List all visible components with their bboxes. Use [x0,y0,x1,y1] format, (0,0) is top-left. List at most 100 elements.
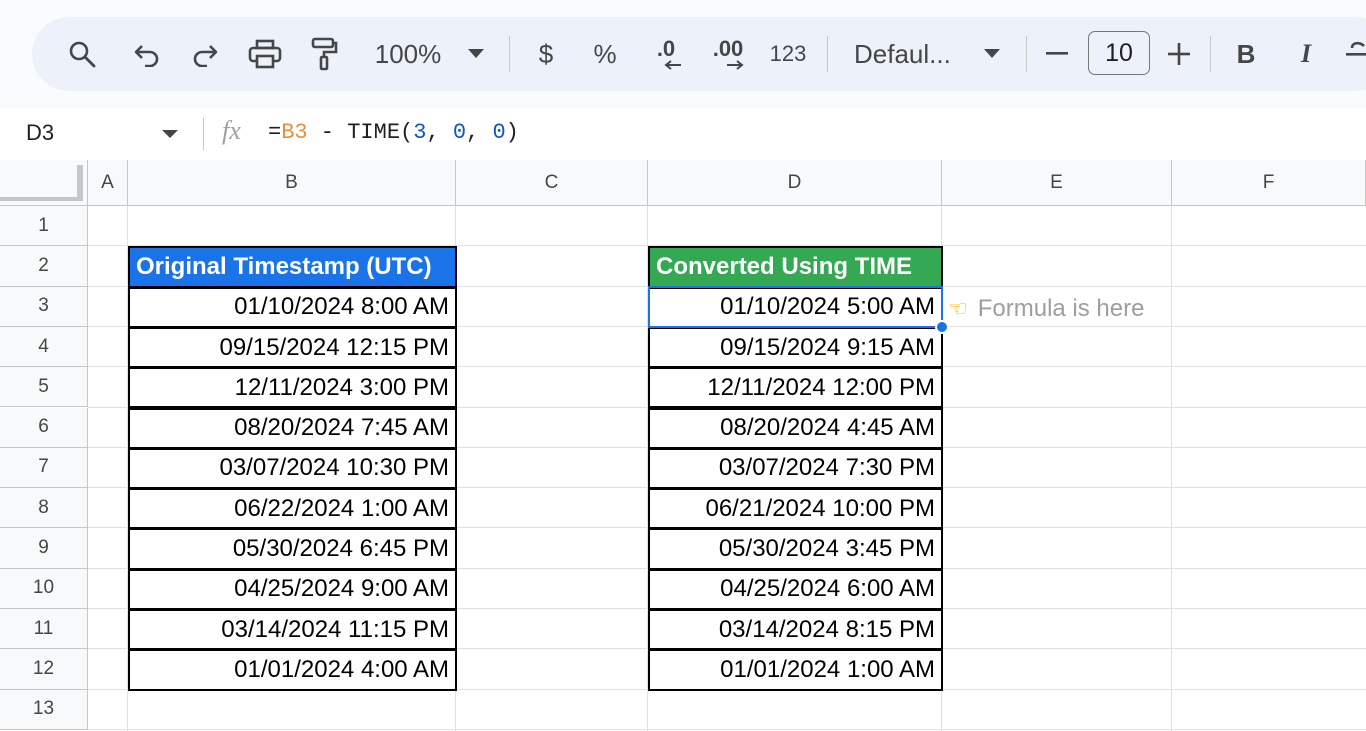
header-cell-original[interactable]: Original Timestamp (UTC) [128,246,457,288]
cell-original-timestamp[interactable]: 06/22/2024 1:00 AM [128,488,457,530]
cell-original-timestamp[interactable]: 08/20/2024 7:45 AM [128,407,457,449]
formula-bar-divider [203,118,204,150]
row-header-12[interactable]: 12 [0,649,88,690]
cell-converted-timestamp[interactable]: 09/15/2024 9:15 AM [648,326,943,369]
grid-column-line [1171,206,1172,731]
formula-end: ) [505,120,519,145]
cell-converted-timestamp[interactable]: 08/20/2024 4:45 AM [648,407,943,449]
cell-original-timestamp[interactable]: 09/15/2024 12:15 PM [128,326,457,369]
currency-button[interactable]: $ [532,17,560,91]
decrease-decimal-label: .0 [656,36,676,61]
formula-num: 3 [413,120,427,145]
header-cell-converted[interactable]: Converted Using TIME [648,246,943,288]
cell-converted-timestamp[interactable]: 12/11/2024 12:00 PM [648,367,943,409]
cell-original-timestamp[interactable]: 03/07/2024 10:30 PM [128,447,457,490]
toolbar: 100% $ % .0 .00 123 Defaul... 10 B I [32,17,1366,91]
grid-row-line [88,728,1366,730]
zoom-select[interactable]: 100% [372,17,444,91]
cell-original-timestamp[interactable]: 04/25/2024 9:00 AM [128,568,457,610]
cell-original-timestamp[interactable]: 12/11/2024 3:00 PM [128,367,457,409]
decrease-decimal-button[interactable]: .0 [646,17,686,91]
row-header-11[interactable]: 11 [0,609,88,650]
minus-icon[interactable] [1044,17,1070,91]
paint-format-icon[interactable] [308,17,340,91]
name-box-value: D3 [26,120,55,145]
row-header-6[interactable]: 6 [0,407,88,448]
currency-label: $ [538,38,554,69]
formula-eq: = [268,120,282,145]
plus-icon[interactable] [1166,17,1192,91]
zoom-value: 100% [374,38,442,69]
percent-button[interactable]: % [590,17,620,91]
undo-icon[interactable] [130,17,164,91]
increase-decimal-button[interactable]: .00 [706,17,750,91]
italic-label: I [1300,39,1312,68]
row-header-3[interactable]: 3 [0,286,88,327]
corner-freeze-bar [77,165,83,201]
row-header-7[interactable]: 7 [0,447,88,489]
number-format-label: 123 [769,41,807,66]
note-text: Formula is here [977,295,1145,322]
cell-original-timestamp[interactable]: 05/30/2024 6:45 PM [128,528,457,570]
percent-label: % [593,38,617,69]
cell-converted-timestamp[interactable]: 04/25/2024 6:00 AM [648,568,943,610]
row-header-5[interactable]: 5 [0,367,88,408]
fx-label: fx [222,116,241,145]
formula-comma: , [466,120,493,145]
font-select[interactable]: Defaul... [854,17,960,91]
column-header-e[interactable]: E [942,160,1172,206]
cell-converted-timestamp[interactable]: 03/14/2024 8:15 PM [648,609,943,651]
row-header-13[interactable]: 13 [0,689,88,730]
corner-freeze-bar [0,197,80,201]
italic-button[interactable]: I [1294,17,1318,91]
fill-handle[interactable] [935,320,949,334]
pointing-hand-icon: ☜ [948,296,968,321]
column-header-d[interactable]: D [648,160,942,206]
redo-icon[interactable] [188,17,222,91]
row-header-10[interactable]: 10 [0,568,88,609]
fx-icon: fx [222,116,241,146]
cell-original-timestamp[interactable]: 03/14/2024 11:15 PM [128,609,457,651]
toolbar-divider [1210,36,1211,72]
column-header-c[interactable]: C [456,160,648,206]
column-header-b[interactable]: B [128,160,456,206]
sheet-grid: ABCDEF 1 2 3 4 5 6 7 8 9 10 11 12 13 Original Timest… [0,160,1366,731]
cell-converted-timestamp[interactable]: 01/01/2024 1:00 AM [648,649,943,691]
row-header-2[interactable]: 2 [0,246,88,287]
cell-original-timestamp[interactable]: 01/10/2024 8:00 AM [128,286,457,328]
zoom-dropdown-icon[interactable] [466,17,486,91]
cell-converted-timestamp[interactable]: 01/10/2024 5:00 AM [648,286,943,328]
number-format-button[interactable]: 123 [768,17,808,91]
formula-num: 0 [452,120,467,145]
cell-converted-timestamp[interactable]: 06/21/2024 10:00 PM [648,488,943,530]
row-header-9[interactable]: 9 [0,528,88,569]
search-icon[interactable] [64,17,100,91]
bold-button[interactable]: B [1232,17,1260,91]
formula-mid: - TIME( [307,120,414,145]
row-header-8[interactable]: 8 [0,488,88,529]
cell-converted-timestamp[interactable]: 03/07/2024 7:30 PM [648,447,943,490]
name-box-dropdown-icon[interactable] [162,130,178,138]
select-all-corner[interactable] [0,160,88,206]
print-icon[interactable] [246,17,284,91]
cell-converted-timestamp[interactable]: 05/30/2024 3:45 PM [648,528,943,570]
formula-bar: D3 fx =B3 - TIME(3, 0, 0) [0,108,1366,160]
row-header-1[interactable]: 1 [0,206,88,247]
strikethrough-icon[interactable] [1346,17,1366,91]
column-header-f[interactable]: F [1172,160,1366,206]
arrow-right-icon [727,60,744,70]
font-dropdown-icon[interactable] [982,17,1002,91]
toolbar-area: 100% $ % .0 .00 123 Defaul... 10 B I [0,0,1366,108]
formula-input[interactable]: =B3 - TIME(3, 0, 0) [268,120,519,145]
toolbar-divider [1026,36,1027,72]
font-value: Defaul... [854,38,951,69]
bold-label: B [1236,38,1256,69]
cell-original-timestamp[interactable]: 01/01/2024 4:00 AM [128,649,457,691]
font-size-input[interactable]: 10 [1088,31,1150,75]
column-header-a[interactable]: A [88,160,128,206]
increase-decimal-label: .00 [712,36,744,61]
formula-num: 0 [492,120,506,145]
row-header-4[interactable]: 4 [0,326,88,368]
formula-ref: B3 [281,120,308,145]
name-box[interactable]: D3 [26,120,54,146]
